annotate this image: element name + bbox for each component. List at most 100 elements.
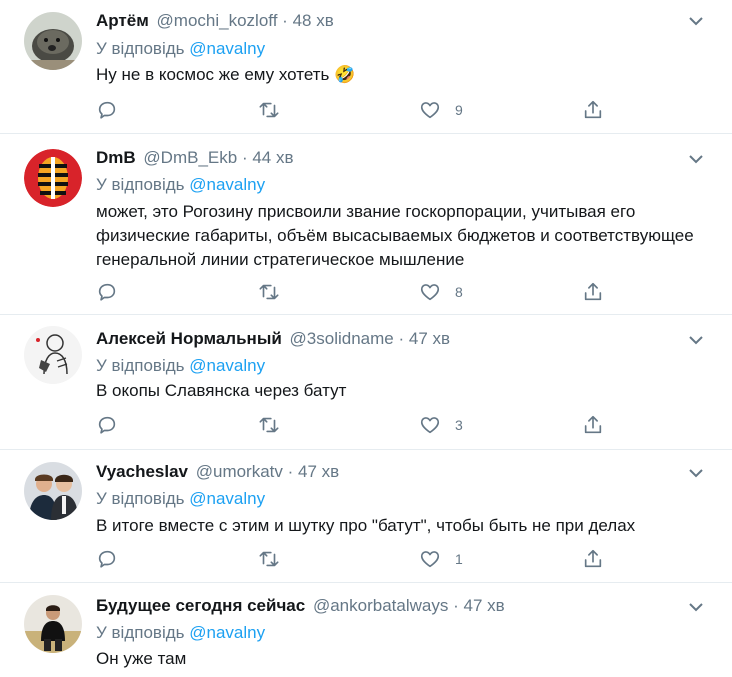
reply-bubble-icon — [98, 550, 116, 568]
retweet-button[interactable] — [258, 98, 280, 122]
author-handle[interactable]: @mochi_kozloff — [157, 11, 278, 30]
tweet-timestamp[interactable]: 47 хв — [409, 329, 450, 348]
separator-dot: · — [282, 11, 288, 30]
tweet-actions: 1 — [96, 547, 616, 571]
reply-mention-link[interactable]: @navalny — [189, 39, 265, 58]
author-handle[interactable]: @DmB_Ekb — [143, 148, 237, 167]
like-count: 9 — [455, 102, 463, 118]
tweet-header: Алексей Нормальный @3solidname · 47 хв — [96, 328, 450, 350]
reply-context: У відповідь @navalny — [96, 38, 265, 60]
heart-icon — [420, 417, 440, 434]
chevron-down-icon[interactable] — [686, 14, 706, 28]
reply-button[interactable] — [96, 547, 118, 571]
author-handle[interactable]: @umorkatv — [196, 462, 283, 481]
share-icon — [584, 415, 602, 434]
separator-dot: · — [287, 462, 294, 481]
reply-mention-link[interactable]: @navalny — [189, 356, 265, 375]
reply-prefix: У відповідь — [96, 489, 185, 508]
heart-icon — [420, 284, 440, 301]
share-button[interactable] — [582, 413, 604, 437]
author-name[interactable]: Vyacheslav — [96, 462, 188, 481]
reply-context: У відповідь @navalny — [96, 355, 265, 377]
tweet[interactable]: Алексей Нормальный @3solidname · 47 хв У… — [0, 315, 732, 450]
retweet-icon — [259, 102, 279, 118]
tweet-timestamp[interactable]: 47 хв — [464, 596, 505, 615]
retweet-button[interactable] — [258, 280, 280, 304]
tweet[interactable]: Vyacheslav @umorkatv · 47 хв У відповідь… — [0, 450, 732, 583]
retweet-icon — [259, 551, 279, 567]
retweet-icon — [259, 417, 279, 433]
reply-context: У відповідь @navalny — [96, 488, 265, 510]
reply-button[interactable] — [96, 413, 118, 437]
tweet[interactable]: DmB @DmB_Ekb · 44 хв У відповідь @navaln… — [0, 134, 732, 315]
reply-mention-link[interactable]: @navalny — [189, 623, 265, 642]
chevron-down-icon[interactable] — [686, 466, 706, 480]
sketch-avatar-icon[interactable] — [24, 326, 82, 384]
reply-prefix: У відповідь — [96, 623, 185, 642]
two-people-avatar-icon[interactable] — [24, 462, 82, 520]
share-button[interactable] — [582, 98, 604, 122]
like-button[interactable]: 3 — [419, 413, 463, 437]
st-george-ribbon-avatar-icon[interactable] — [24, 149, 82, 207]
reply-button[interactable] — [96, 280, 118, 304]
tweet-actions: 9 — [96, 98, 616, 122]
like-button[interactable]: 1 — [419, 547, 463, 571]
retweet-button[interactable] — [258, 547, 280, 571]
tweet-text: В окопы Славянска через батут — [96, 381, 347, 400]
author-handle[interactable]: @3solidname — [290, 329, 394, 348]
hedgehog-avatar-icon[interactable] — [24, 12, 82, 70]
like-count: 8 — [455, 284, 463, 300]
chevron-down-icon[interactable] — [686, 600, 706, 614]
tweet-actions: 8 — [96, 280, 616, 304]
reply-context: У відповідь @navalny — [96, 622, 265, 644]
separator-dot: · — [241, 148, 248, 167]
reply-prefix: У відповідь — [96, 356, 185, 375]
like-count: 1 — [455, 551, 463, 567]
chevron-down-icon[interactable] — [686, 333, 706, 347]
author-name[interactable]: Артём — [96, 11, 149, 30]
like-button[interactable]: 9 — [419, 98, 463, 122]
separator-dot: · — [453, 596, 459, 615]
tweet-timestamp[interactable]: 44 хв — [252, 148, 293, 167]
like-button[interactable]: 8 — [419, 280, 463, 304]
tweet-timestamp[interactable]: 47 хв — [298, 462, 339, 481]
tweet-header: DmB @DmB_Ekb · 44 хв — [96, 147, 294, 169]
retweet-button[interactable] — [258, 413, 280, 437]
tweet-text: Он уже там — [96, 649, 187, 668]
heart-icon — [420, 102, 440, 119]
like-count: 3 — [455, 417, 463, 433]
author-name[interactable]: DmB — [96, 148, 136, 167]
heart-icon — [420, 551, 440, 568]
reply-mention-link[interactable]: @navalny — [189, 489, 265, 508]
reply-prefix: У відповідь — [96, 39, 185, 58]
tweet-feed: Артём @mochi_kozloff · 48 хв У відповідь… — [0, 0, 732, 677]
retweet-icon — [259, 284, 279, 300]
share-icon — [584, 100, 602, 119]
tweet-text: В итоге вместе с этим и шутку про "батут… — [96, 516, 636, 535]
share-button[interactable] — [582, 280, 604, 304]
share-icon — [584, 549, 602, 568]
tweet[interactable]: Артём @mochi_kozloff · 48 хв У відповідь… — [0, 0, 732, 134]
tweet-text: Ну не в космос же ему хотеть 🤣 — [96, 65, 356, 84]
tweet-header: Будущее сегодня сейчас @ankorbatalways ·… — [96, 595, 505, 617]
tweet-text: может, это Рогозину присвоили звание гос… — [96, 202, 694, 269]
tweet-header: Артём @mochi_kozloff · 48 хв — [96, 10, 334, 32]
tweet-timestamp[interactable]: 48 хв — [293, 11, 334, 30]
reply-context: У відповідь @navalny — [96, 174, 265, 196]
reply-prefix: У відповідь — [96, 175, 185, 194]
reply-mention-link[interactable]: @navalny — [189, 175, 265, 194]
author-name[interactable]: Алексей Нормальный — [96, 329, 282, 348]
tweet[interactable]: Будущее сегодня сейчас @ankorbatalways ·… — [0, 583, 732, 677]
share-button[interactable] — [582, 547, 604, 571]
reply-bubble-icon — [98, 283, 116, 301]
tweet-header: Vyacheslav @umorkatv · 47 хв — [96, 461, 339, 483]
tweet-actions: 3 — [96, 413, 616, 437]
chevron-down-icon[interactable] — [686, 152, 706, 166]
person-photo-avatar-icon[interactable] — [24, 595, 82, 653]
reply-bubble-icon — [98, 416, 116, 434]
share-icon — [584, 282, 602, 301]
author-handle[interactable]: @ankorbatalways — [313, 596, 448, 615]
separator-dot: · — [398, 329, 405, 348]
author-name[interactable]: Будущее сегодня сейчас — [96, 596, 305, 615]
reply-button[interactable] — [96, 98, 118, 122]
